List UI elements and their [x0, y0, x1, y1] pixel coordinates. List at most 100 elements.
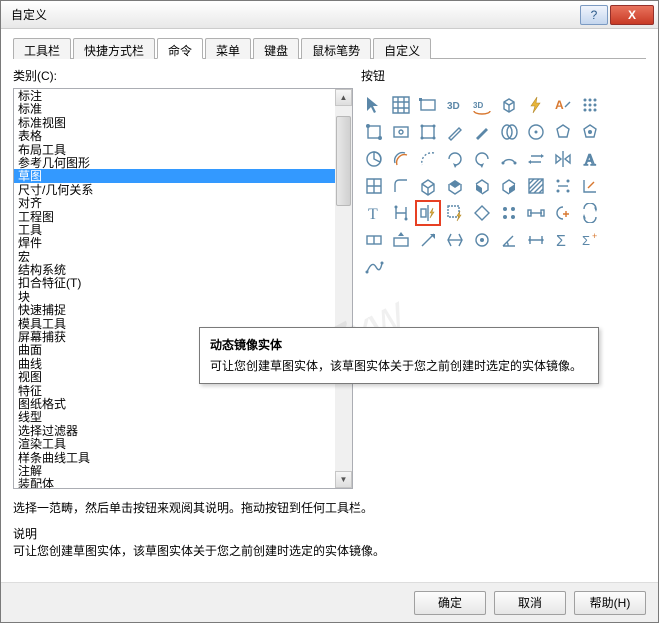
list-item[interactable]: 图纸格式 [14, 397, 352, 410]
T-icon[interactable]: T [361, 200, 387, 226]
list-item[interactable]: 快速捕捉 [14, 303, 352, 316]
poly-filled-icon[interactable] [577, 119, 603, 145]
mirror-icon[interactable] [550, 146, 576, 172]
dashed-arc-icon[interactable] [415, 146, 441, 172]
pie-icon[interactable] [361, 146, 387, 172]
cursor-icon[interactable] [361, 92, 387, 118]
arc-open-icon[interactable] [496, 146, 522, 172]
half-plus-icon[interactable] [550, 200, 576, 226]
a-pen-icon[interactable]: A [550, 92, 576, 118]
list-item[interactable]: 标注 [14, 89, 352, 102]
sigma-plus-icon[interactable]: Σ+ [577, 227, 603, 253]
tab-键盘[interactable]: 键盘 [253, 38, 299, 59]
help-button[interactable]: 帮助(H) [574, 591, 646, 615]
tol-up-icon[interactable] [388, 227, 414, 253]
list-item[interactable]: 布局工具 [14, 143, 352, 156]
3d-rot-icon[interactable]: 3D [469, 92, 495, 118]
tab-自定义[interactable]: 自定义 [373, 38, 431, 59]
list-item[interactable]: 块 [14, 290, 352, 303]
sigma-icon[interactable]: Σ [550, 227, 576, 253]
list-item[interactable]: 特征 [14, 384, 352, 397]
list-item[interactable]: 工具 [14, 223, 352, 236]
poly-icon[interactable] [550, 119, 576, 145]
list-item[interactable]: 标准 [14, 102, 352, 115]
list-item[interactable]: 结构系统 [14, 263, 352, 276]
circle-center-icon[interactable] [523, 119, 549, 145]
tab-快捷方式栏[interactable]: 快捷方式栏 [73, 38, 155, 59]
nodes-icon[interactable] [415, 119, 441, 145]
H-icon[interactable] [388, 200, 414, 226]
list-item[interactable]: 焊件 [14, 236, 352, 249]
list-item[interactable]: 宏 [14, 250, 352, 263]
list-item[interactable]: 尺寸/几何关系 [14, 183, 352, 196]
close-title-button[interactable]: X [610, 5, 654, 25]
scroll-up-button[interactable]: ▲ [335, 89, 352, 106]
list-item[interactable]: 线型 [14, 410, 352, 423]
swap-icon[interactable] [523, 146, 549, 172]
fillet-icon[interactable] [388, 173, 414, 199]
arc-ccw-icon[interactable] [469, 146, 495, 172]
scroll-track[interactable] [335, 106, 352, 471]
scroll-down-button[interactable]: ▼ [335, 471, 352, 488]
list-item[interactable]: 表格 [14, 129, 352, 142]
tab-工具栏[interactable]: 工具栏 [13, 38, 71, 59]
tab-鼠标笔势[interactable]: 鼠标笔势 [301, 38, 371, 59]
list-item[interactable]: 参考几何图形 [14, 156, 352, 169]
rect-corner-icon[interactable] [415, 92, 441, 118]
grid2-icon[interactable] [361, 173, 387, 199]
pencil-fill-icon[interactable] [469, 119, 495, 145]
spline-edit-icon[interactable] [361, 254, 387, 280]
iso2-icon[interactable] [469, 173, 495, 199]
stretch-icon[interactable] [523, 200, 549, 226]
diamond-icon[interactable] [469, 200, 495, 226]
cancel-button[interactable]: 取消 [494, 591, 566, 615]
svg-text:Σ: Σ [556, 233, 566, 250]
grid-icon[interactable] [388, 92, 414, 118]
list-item[interactable]: 渲染工具 [14, 437, 352, 450]
iso3-icon[interactable] [496, 173, 522, 199]
A-tool-icon[interactable]: A [577, 146, 603, 172]
list-item[interactable]: 扣合特征(T) [14, 276, 352, 289]
arrow-ur-icon[interactable] [415, 227, 441, 253]
3d-icon[interactable]: 3D [442, 92, 468, 118]
select-bolt-icon[interactable] [442, 200, 468, 226]
tab-菜单[interactable]: 菜单 [205, 38, 251, 59]
list-item[interactable]: 装配体 [14, 477, 352, 488]
list-item[interactable]: 草图 [14, 169, 352, 182]
list-item[interactable]: 工程图 [14, 210, 352, 223]
dot-grid-icon[interactable] [577, 92, 603, 118]
flip-icon[interactable] [442, 227, 468, 253]
arc-cw-icon[interactable] [442, 146, 468, 172]
categories-listbox[interactable]: 标注标准标准视图表格布局工具参考几何图形草图尺寸/几何关系对齐工程图工具焊件宏结… [13, 88, 353, 489]
dots-2x2-icon[interactable] [496, 200, 522, 226]
swap2-icon[interactable] [577, 200, 603, 226]
node-rect-icon[interactable] [361, 119, 387, 145]
list-item[interactable]: 样条曲线工具 [14, 451, 352, 464]
list-item[interactable]: 对齐 [14, 196, 352, 209]
circle-dot-icon[interactable] [469, 227, 495, 253]
iso1-icon[interactable] [442, 173, 468, 199]
scrollbar[interactable]: ▲ ▼ [335, 89, 352, 488]
help-title-button[interactable]: ? [580, 5, 608, 25]
scroll-thumb[interactable] [336, 116, 351, 206]
hatch-icon[interactable] [523, 173, 549, 199]
corner-k-icon[interactable] [577, 173, 603, 199]
dim-icon[interactable] [523, 227, 549, 253]
pencil-icon[interactable] [442, 119, 468, 145]
eye-rect-icon[interactable] [388, 119, 414, 145]
ok-button[interactable]: 确定 [414, 591, 486, 615]
list-item[interactable]: 标准视图 [14, 116, 352, 129]
offset-c-icon[interactable] [388, 146, 414, 172]
mirror-bolt-icon[interactable] [415, 200, 441, 226]
tol-icon[interactable] [361, 227, 387, 253]
dim-dots-icon[interactable] [550, 173, 576, 199]
tab-命令[interactable]: 命令 [157, 38, 203, 59]
angle-icon[interactable] [496, 227, 522, 253]
bolt-icon[interactable] [523, 92, 549, 118]
list-item[interactable]: 注解 [14, 464, 352, 477]
cube-icon[interactable] [496, 92, 522, 118]
svg-text:A: A [555, 98, 564, 112]
cube2-icon[interactable] [415, 173, 441, 199]
list-item[interactable]: 选择过滤器 [14, 424, 352, 437]
double-ellipse-icon[interactable] [496, 119, 522, 145]
